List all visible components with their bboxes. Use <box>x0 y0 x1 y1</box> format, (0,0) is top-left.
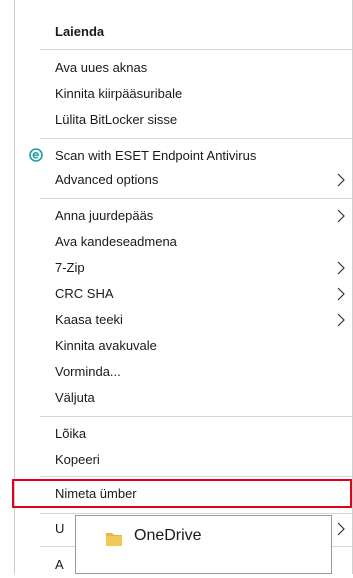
menu-item-crc-sha[interactable]: CRC SHA <box>15 281 352 307</box>
menu-separator <box>40 476 352 477</box>
menu-item-laienda[interactable]: Laienda <box>15 19 352 45</box>
menu-item-kinnita-avakuvale[interactable]: Kinnita avakuvale <box>15 333 352 359</box>
menu-separator <box>40 416 352 417</box>
menu-item-label: Laienda <box>55 24 105 39</box>
menu-item-loika[interactable]: Lõika <box>15 421 352 447</box>
menu-item-label: Kinnita kiirpääsuribale <box>55 86 183 101</box>
menu-item-label: Kinnita avakuvale <box>55 338 157 353</box>
menu-item-ava-kandeseadmena[interactable]: Ava kandeseadmena <box>15 229 352 255</box>
drag-tooltip-label: OneDrive <box>134 527 202 544</box>
menu-item-label: Väljuta <box>55 390 95 405</box>
menu-item-label: U <box>55 521 65 536</box>
menu-item-label: A <box>55 557 64 572</box>
menu-item-kaasa-teeki[interactable]: Kaasa teeki <box>15 307 352 333</box>
menu-item-label: 7-Zip <box>55 260 85 275</box>
menu-item-label: CRC SHA <box>55 286 114 301</box>
chevron-right-icon <box>337 173 345 187</box>
chevron-right-icon <box>337 209 345 223</box>
chevron-right-icon <box>337 287 345 301</box>
menu-item-valjuta[interactable]: Väljuta <box>15 385 352 411</box>
menu-item-kinnita-kiirpaasuribale[interactable]: Kinnita kiirpääsuribale <box>15 81 352 107</box>
menu-item-label: Ava uues aknas <box>55 60 148 75</box>
chevron-right-icon <box>337 313 345 327</box>
chevron-right-icon <box>337 522 345 536</box>
folder-icon <box>106 533 122 546</box>
menu-separator <box>40 49 352 50</box>
menu-item-eset-scan[interactable]: Scan with ESET Endpoint Antivirus <box>15 143 352 169</box>
chevron-right-icon <box>337 261 345 275</box>
eset-icon <box>29 148 43 162</box>
drag-tooltip: OneDrive <box>75 515 332 574</box>
highlight-box <box>12 479 352 508</box>
menu-separator <box>40 513 352 514</box>
menu-item-label: Ava kandeseadmena <box>55 234 177 249</box>
menu-item-label: Anna juurdepääs <box>55 208 154 223</box>
menu-separator <box>40 198 352 199</box>
menu-item-vorminda[interactable]: Vorminda... <box>15 359 352 385</box>
menu-item-7zip[interactable]: 7-Zip <box>15 255 352 281</box>
menu-item-label: Lülita BitLocker sisse <box>55 112 178 127</box>
menu-item-anna-juurdepaas[interactable]: Anna juurdepääs <box>15 203 352 229</box>
menu-item-label: Kopeeri <box>55 452 100 467</box>
menu-separator <box>40 138 352 139</box>
context-menu: Laienda Ava uues aknas Kinnita kiirpääsu… <box>0 0 353 574</box>
menu-item-kopeeri[interactable]: Kopeeri <box>15 447 352 473</box>
menu-item-bitlocker[interactable]: Lülita BitLocker sisse <box>15 107 352 133</box>
menu-item-label: Lõika <box>55 426 87 441</box>
menu-item-label: Vorminda... <box>55 364 121 379</box>
menu-item-label: Advanced options <box>55 172 159 187</box>
menu-item-label: Kaasa teeki <box>55 312 123 327</box>
menu-item-ava-uues-aknas[interactable]: Ava uues aknas <box>15 55 352 81</box>
menu-item-advanced-options[interactable]: Advanced options <box>15 167 352 193</box>
menu-item-label: Scan with ESET Endpoint Antivirus <box>55 148 257 163</box>
